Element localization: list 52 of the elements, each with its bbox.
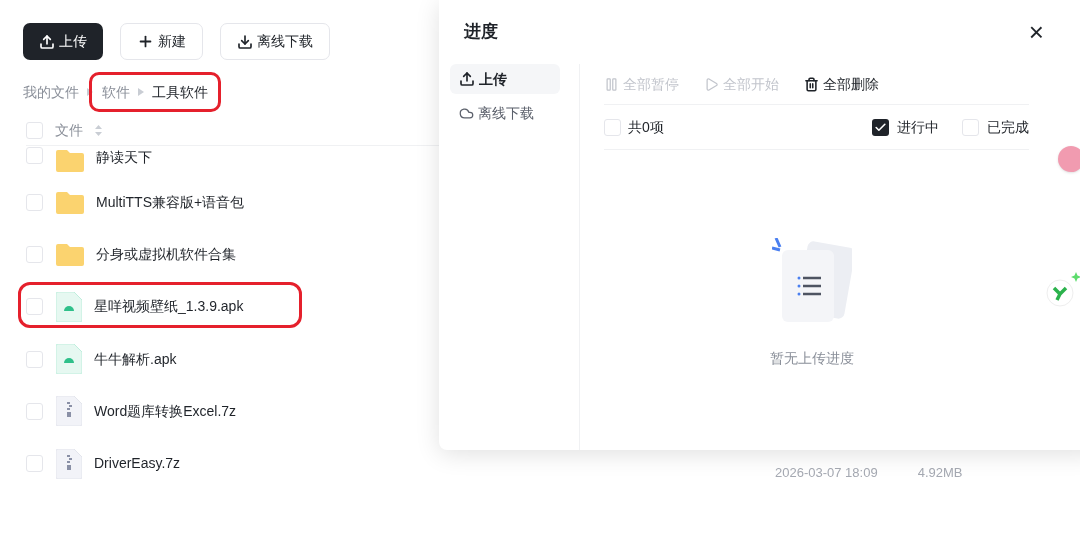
action-button[interactable]: 全部删除: [804, 74, 879, 95]
android-file-icon: [56, 344, 82, 375]
panel-title: 进度: [464, 21, 498, 44]
close-button[interactable]: ×: [1028, 19, 1044, 45]
checkbox[interactable]: [26, 298, 43, 316]
file-name[interactable]: 牛牛解析.apk: [94, 348, 177, 370]
play-icon: [704, 77, 719, 92]
empty-message: 暂无上传进度: [769, 349, 854, 368]
upload-icon: [459, 71, 475, 87]
checkbox[interactable]: [26, 245, 43, 263]
file-name[interactable]: Word题库转换Excel.7z: [94, 400, 237, 422]
zip-file-icon: [56, 396, 82, 427]
breadcrumb-item[interactable]: 工具软件: [152, 81, 208, 103]
filter-label[interactable]: 已完成: [987, 116, 1029, 138]
toolbar-button[interactable]: 上传: [23, 23, 103, 60]
checkbox[interactable]: [26, 455, 43, 473]
file-name[interactable]: 分身或虚拟机软件合集: [96, 243, 236, 265]
checkbox[interactable]: [26, 122, 43, 139]
checkbox[interactable]: [604, 118, 621, 136]
checkbox[interactable]: [26, 350, 43, 368]
zip-file-icon: [56, 448, 82, 479]
sort-icon[interactable]: [95, 125, 102, 136]
checkbox[interactable]: [26, 402, 43, 420]
android-file-icon: [56, 291, 82, 322]
pause-icon: [604, 77, 619, 92]
item-count: 共0项: [628, 117, 664, 137]
toolbar-button[interactable]: 离线下载: [220, 23, 330, 60]
assistant-icon[interactable]: [1045, 272, 1080, 308]
checkbox[interactable]: [872, 118, 889, 136]
checkbox[interactable]: [26, 193, 43, 211]
folder-icon: [56, 241, 84, 268]
download-icon: [237, 33, 253, 50]
checkbox[interactable]: [26, 147, 43, 164]
checkbox[interactable]: [962, 118, 979, 136]
separator-icon: [138, 88, 144, 96]
plus-icon: [137, 33, 154, 50]
cloud-icon: [459, 105, 474, 121]
file-name[interactable]: 静读天下: [96, 147, 152, 168]
side-tab[interactable]: 离线下载: [450, 98, 560, 128]
folder-icon: [56, 147, 84, 173]
upload-icon: [39, 33, 55, 50]
file-name[interactable]: DriverEasy.7z: [94, 453, 181, 475]
filter-label[interactable]: 进行中: [897, 116, 939, 138]
toolbar-button[interactable]: 新建: [120, 23, 203, 60]
modified-date: 2026-03-07 18:09: [775, 464, 878, 482]
file-name[interactable]: MultiTTS兼容版+语音包: [96, 191, 245, 213]
trash-icon: [804, 77, 819, 92]
folder-icon: [56, 189, 84, 216]
side-tab[interactable]: 上传: [450, 64, 560, 94]
file-size: 4.92MB: [917, 464, 963, 482]
file-name[interactable]: 星咩视频壁纸_1.3.9.apk: [94, 296, 244, 318]
check-icon: [874, 120, 887, 134]
